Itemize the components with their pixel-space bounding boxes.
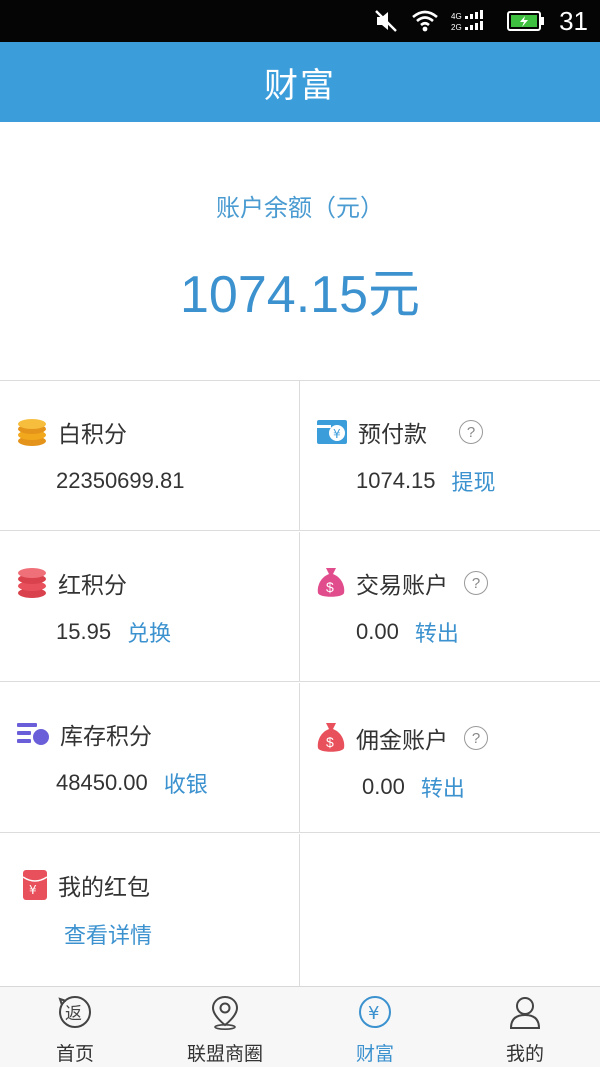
- item-name: 预付款: [358, 422, 427, 448]
- red-envelope-icon: ¥: [22, 870, 48, 900]
- mute-icon: [375, 10, 397, 32]
- app-header: 财富: [0, 42, 600, 122]
- tab-alliance-business[interactable]: 联盟商圈: [150, 987, 300, 1067]
- return-icon: 返: [58, 996, 91, 1028]
- tab-mine[interactable]: 我的: [450, 987, 600, 1067]
- tab-label: 联盟商圈: [186, 1043, 263, 1065]
- item-value: 22350699.81: [56, 468, 185, 493]
- red-envelope-card[interactable]: ¥ 我的红包 查看详情: [0, 834, 300, 987]
- transfer-out-link[interactable]: 转出: [421, 771, 465, 803]
- white-points-card[interactable]: 白积分 22350699.81: [0, 381, 300, 531]
- money-bag-icon: $: [317, 723, 345, 752]
- help-icon[interactable]: ?: [464, 571, 488, 595]
- svg-text:返: 返: [65, 1004, 82, 1024]
- empty-cell: [300, 834, 600, 987]
- account-balance: 账户余额（元） 1074.15元: [0, 122, 600, 380]
- red-coin-stack-icon: [18, 568, 46, 598]
- card-yuan-icon: ¥: [317, 420, 347, 444]
- item-name: 红积分: [58, 573, 127, 599]
- wallet-grid: 白积分 22350699.81 ¥ 预付款 ? 1074.15 提现 红积分 1…: [0, 380, 600, 987]
- item-name: 交易账户: [356, 573, 448, 599]
- tab-label: 财富: [355, 1043, 394, 1065]
- svg-text:¥: ¥: [368, 1003, 379, 1024]
- balance-amount: 1074.15元: [180, 266, 420, 324]
- withdraw-link[interactable]: 提现: [452, 465, 496, 497]
- inventory-icon: [17, 723, 49, 745]
- item-name: 库存积分: [60, 724, 152, 750]
- inventory-points-card[interactable]: 库存积分 48450.00 收银: [0, 683, 300, 833]
- tab-label: 首页: [55, 1043, 94, 1065]
- item-value: 1074.15: [356, 468, 436, 493]
- item-value: 15.95: [56, 619, 112, 644]
- help-icon[interactable]: ?: [464, 726, 488, 750]
- bottom-tab-bar: 返 首页 联盟商圈 ¥ 财富 我的: [0, 986, 600, 1067]
- svg-text:¥: ¥: [29, 883, 37, 897]
- item-name: 佣金账户: [356, 728, 448, 754]
- svg-text:¥: ¥: [333, 427, 341, 441]
- svg-text:$: $: [326, 579, 334, 595]
- item-value: 0.00: [356, 619, 399, 644]
- wifi-icon: [412, 10, 438, 32]
- item-value: 48450.00: [56, 770, 148, 795]
- status-icons: 4G 2G 31: [373, 0, 588, 42]
- svg-text:4G: 4G: [451, 12, 462, 21]
- commission-account-card[interactable]: $ 佣金账户 ? 0.00 转出: [300, 683, 600, 833]
- transfer-out-link[interactable]: 转出: [415, 616, 459, 648]
- item-name: 我的红包: [58, 875, 150, 901]
- view-details-link[interactable]: 查看详情: [64, 918, 152, 950]
- yuan-circle-icon: ¥: [359, 996, 391, 1028]
- item-name: 白积分: [58, 422, 127, 448]
- svg-text:2G: 2G: [451, 23, 462, 32]
- svg-text:$: $: [326, 734, 334, 750]
- trading-account-card[interactable]: $ 交易账户 ? 0.00 转出: [300, 532, 600, 682]
- signal-icon: 4G 2G: [451, 10, 484, 32]
- tab-home[interactable]: 返 首页: [0, 987, 150, 1067]
- location-pin-icon: [211, 995, 239, 1030]
- tab-wealth[interactable]: ¥ 财富: [300, 987, 450, 1067]
- coin-stack-icon: [18, 419, 46, 446]
- help-icon[interactable]: ?: [459, 420, 483, 444]
- cashier-link[interactable]: 收银: [164, 767, 208, 799]
- status-bar: 4G 2G 31: [0, 0, 600, 42]
- user-icon: [509, 997, 541, 1029]
- clock: 31: [559, 6, 588, 36]
- tab-label: 我的: [505, 1043, 544, 1065]
- money-bag-icon: $: [317, 568, 345, 597]
- balance-label: 账户余额（元）: [216, 194, 384, 222]
- item-value: 0.00: [362, 774, 405, 799]
- exchange-link[interactable]: 兑换: [127, 616, 171, 648]
- page-title: 财富: [264, 65, 336, 106]
- red-points-card[interactable]: 红积分 15.95 兑换: [0, 532, 300, 682]
- battery-icon: [507, 11, 545, 31]
- prepayment-card[interactable]: ¥ 预付款 ? 1074.15 提现: [300, 381, 600, 531]
